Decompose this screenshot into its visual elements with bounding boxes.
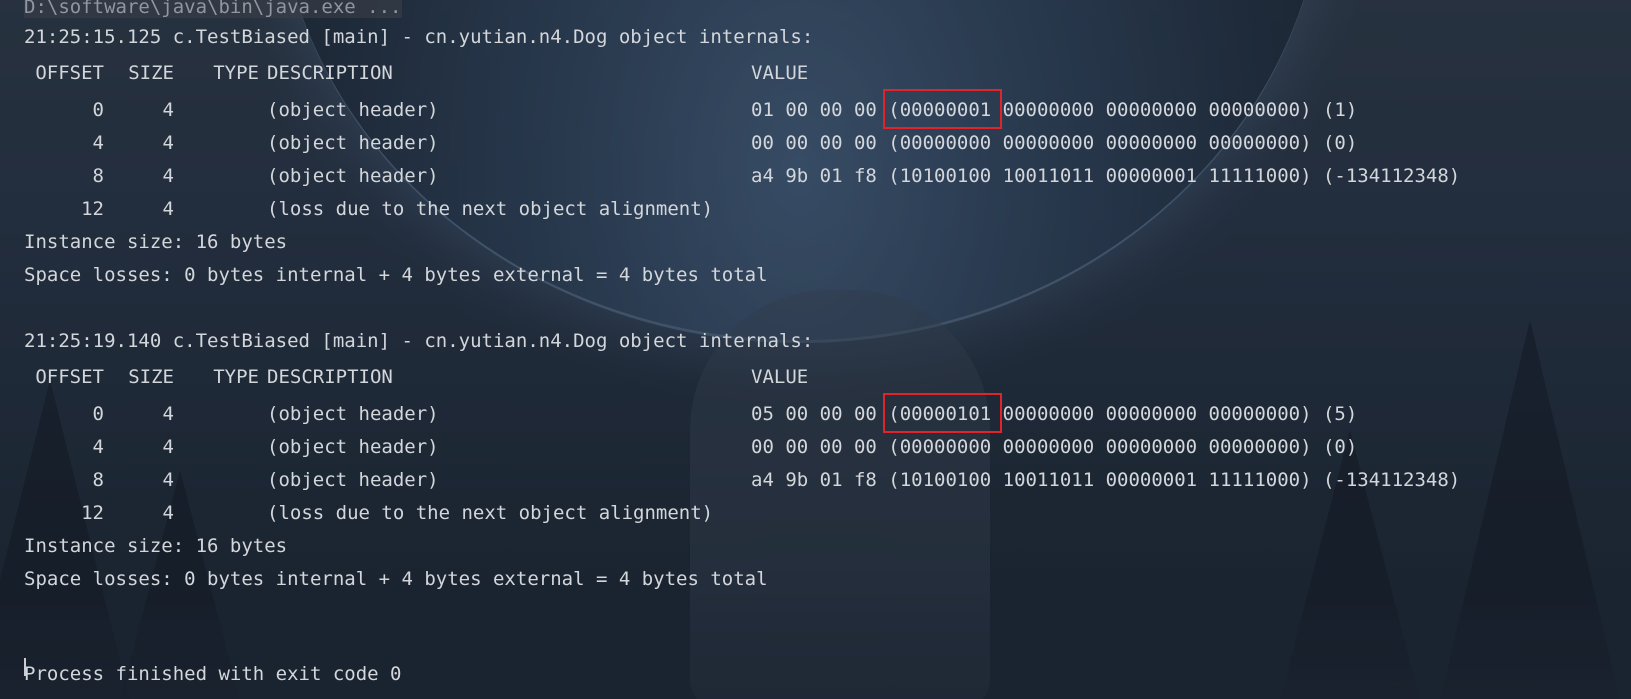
instance-size-line: Instance size: 16 bytes xyxy=(24,535,288,557)
column-header-row: OFFSET SIZE TYPE DESCRIPTION VALUE xyxy=(24,366,1624,388)
layout-row: 12 4 (loss due to the next object alignmen… xyxy=(24,497,1624,530)
row-description: (object header) xyxy=(267,165,439,187)
row-value: a4 9b 01 f8 (10100100 10011011 00000001 … xyxy=(751,469,1461,491)
console-output[interactable]: D:\software\java\bin\java.exe ... 21:25:… xyxy=(24,0,1624,691)
row-offset: 4 xyxy=(92,132,104,154)
column-header-offset: OFFSET xyxy=(35,366,104,388)
space-losses-line: Space losses: 0 bytes internal + 4 bytes… xyxy=(24,264,768,286)
layout-row: 12 4 (loss due to the next object alignmen… xyxy=(24,193,1624,226)
row-value: 00 00 00 00 (00000000 00000000 00000000 … xyxy=(751,132,1358,154)
log-title-line: 21:25:15.125 c.TestBiased [main] - cn.yu… xyxy=(24,26,814,48)
exit-message-line: Process finished with exit code 0 xyxy=(24,663,402,685)
row-description: (object header) xyxy=(267,132,439,154)
row-size: 4 xyxy=(162,99,174,121)
row-offset: 0 xyxy=(92,403,104,425)
row-description: (object header) xyxy=(267,469,439,491)
row-size: 4 xyxy=(162,403,174,425)
column-header-type: TYPE xyxy=(213,62,259,84)
layout-row: 0 4 (object header) 01 00 00 00 (00000001 0… xyxy=(24,89,1624,129)
column-header-description: DESCRIPTION xyxy=(267,62,393,84)
run-console[interactable]: D:\software\java\bin\java.exe ... 21:25:… xyxy=(0,0,1631,699)
row-offset: 8 xyxy=(92,165,104,187)
row-offset: 12 xyxy=(81,198,104,220)
row-size: 4 xyxy=(162,469,174,491)
column-header-description: DESCRIPTION xyxy=(267,366,393,388)
command-text: D:\software\java\bin\java.exe ... xyxy=(24,0,402,18)
command-line: D:\software\java\bin\java.exe ... xyxy=(24,0,1624,18)
row-value: 01 00 00 00 (00000001 00000000 00000000 … xyxy=(751,99,1358,121)
row-offset: 4 xyxy=(92,436,104,458)
row-description: (loss due to the next object alignment) xyxy=(267,198,714,220)
text-cursor xyxy=(24,658,26,676)
row-description: (object header) xyxy=(267,403,439,425)
instance-size-line: Instance size: 16 bytes xyxy=(24,231,288,253)
row-size: 4 xyxy=(162,132,174,154)
row-offset: 12 xyxy=(81,502,104,524)
row-value: 05 00 00 00 (00000101 00000000 00000000 … xyxy=(751,403,1358,425)
layout-row: 4 4 (object header) 00 00 00 00 (00000000 0… xyxy=(24,127,1624,160)
column-header-type: TYPE xyxy=(213,366,259,388)
column-header-size: SIZE xyxy=(128,366,174,388)
column-header-value: VALUE xyxy=(751,62,809,84)
row-size: 4 xyxy=(162,198,174,220)
column-header-row: OFFSET SIZE TYPE DESCRIPTION VALUE xyxy=(24,62,1624,84)
column-header-offset: OFFSET xyxy=(35,62,104,84)
space-losses-line: Space losses: 0 bytes internal + 4 bytes… xyxy=(24,568,768,590)
row-offset: 8 xyxy=(92,469,104,491)
layout-row: 0 4 (object header) 05 00 00 00 (00000101 0… xyxy=(24,393,1624,433)
row-description: (object header) xyxy=(267,436,439,458)
log-title-line: 21:25:19.140 c.TestBiased [main] - cn.yu… xyxy=(24,330,814,352)
row-value: 00 00 00 00 (00000000 00000000 00000000 … xyxy=(751,436,1358,458)
row-size: 4 xyxy=(162,436,174,458)
layout-row: 4 4 (object header) 00 00 00 00 (00000000 0… xyxy=(24,431,1624,464)
layout-row: 8 4 (object header) a4 9b 01 f8 (10100100 1… xyxy=(24,464,1624,497)
column-header-value: VALUE xyxy=(751,366,809,388)
row-value: a4 9b 01 f8 (10100100 10011011 00000001 … xyxy=(751,165,1461,187)
column-header-size: SIZE xyxy=(128,62,174,84)
row-size: 4 xyxy=(162,165,174,187)
layout-row: 8 4 (object header) a4 9b 01 f8 (10100100 1… xyxy=(24,160,1624,193)
row-size: 4 xyxy=(162,502,174,524)
row-offset: 0 xyxy=(92,99,104,121)
row-description: (object header) xyxy=(267,99,439,121)
row-description: (loss due to the next object alignment) xyxy=(267,502,714,524)
